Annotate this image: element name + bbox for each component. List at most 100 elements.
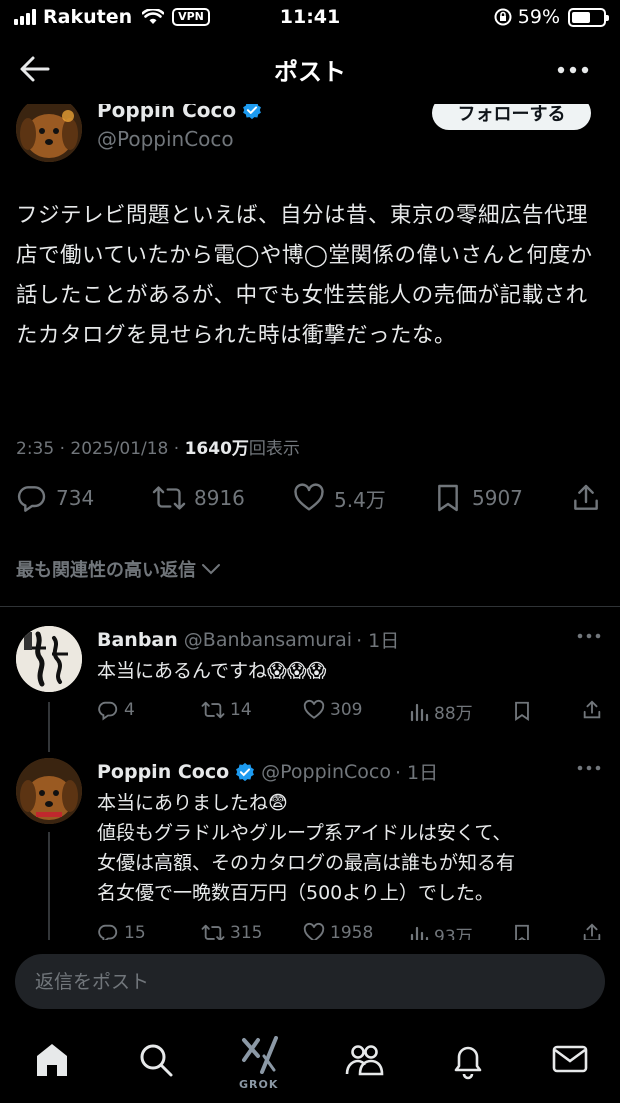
grok-label: GROK <box>239 1078 279 1091</box>
reply-text: 本当にありましたね😨 値段もグラドルやグループ系アイドルは安くて、 女優は高額、… <box>97 788 607 908</box>
reply-button[interactable]: 4 <box>97 699 135 721</box>
repost-button[interactable]: 8916 <box>152 482 245 514</box>
bookmark-icon[interactable] <box>511 923 533 940</box>
battery-icon <box>568 7 609 27</box>
tab-notifications[interactable] <box>448 1042 488 1082</box>
sort-label: 最も関連性の高い返信 <box>16 560 196 581</box>
view-count: 1640万 <box>184 439 249 459</box>
tab-home[interactable] <box>32 1042 72 1082</box>
reply-age: · 1日 <box>356 630 400 652</box>
reply-composer[interactable] <box>15 954 605 1009</box>
heart-icon <box>303 699 325 719</box>
reply-author-handle: @Banbansamurai <box>183 628 353 651</box>
verified-badge-icon <box>243 104 262 120</box>
reply-text-line: 本当にありましたね😨 <box>97 792 288 814</box>
post-thread[interactable]: Poppin Coco @PoppinCoco フォローする フジテレビ問題とい… <box>0 104 620 940</box>
heart-icon <box>303 922 325 940</box>
reply-count: 15 <box>124 923 146 940</box>
battery-fill <box>572 11 590 23</box>
view-count: 88万 <box>434 704 473 724</box>
repost-count: 14 <box>230 700 252 720</box>
author-handle: @PoppinCoco <box>97 127 234 151</box>
post-meta: 2:35 · 2025/01/18 · 1640万回表示 <box>16 434 300 459</box>
more-options-icon[interactable] <box>556 55 590 85</box>
post-text: フジテレビ問題といえば、自分は昔、東京の零細広告代理店で働いていたから電◯や博◯… <box>16 203 593 348</box>
repost-count: 8916 <box>194 486 245 510</box>
tab-communities[interactable] <box>344 1042 384 1082</box>
like-button[interactable]: 1958 <box>303 922 373 940</box>
follow-button[interactable]: フォローする <box>432 104 591 130</box>
more-options-icon[interactable] <box>576 764 602 772</box>
post-action-bar: 734 8916 5.4万 5907 <box>0 482 620 522</box>
share-icon[interactable] <box>581 699 603 721</box>
share-icon[interactable] <box>581 922 603 940</box>
like-button[interactable]: 309 <box>303 699 362 721</box>
like-count: 1958 <box>330 923 374 940</box>
bottom-tab-bar: GROK <box>0 1020 620 1103</box>
communities-icon <box>345 1045 384 1076</box>
reply-text-line: 名女優で一晩数百万円（500より上）でした。 <box>97 882 494 904</box>
views-button[interactable]: 88万 <box>409 699 473 724</box>
reply-author-name[interactable]: Poppin Coco <box>97 761 229 783</box>
reply-header: Poppin Coco @PoppinCoco · 1日 <box>97 758 438 785</box>
views-button[interactable]: 93万 <box>409 922 473 940</box>
reply-count: 4 <box>124 700 135 720</box>
repost-icon <box>152 486 186 510</box>
post-timestamp[interactable]: 2:35 · 2025/01/18 · <box>16 439 185 459</box>
divider <box>0 606 620 607</box>
avatar[interactable] <box>16 758 82 824</box>
reply-icon <box>98 924 118 940</box>
avatar[interactable] <box>16 626 82 692</box>
tab-messages[interactable] <box>550 1042 590 1082</box>
reply-text-line: 値段もグラドルやグループ系アイドルは安くて、 <box>97 822 512 844</box>
reply-age: · 1日 <box>394 762 439 784</box>
reply-button[interactable]: 734 <box>16 482 94 514</box>
tab-search[interactable] <box>136 1042 176 1082</box>
post-author: Poppin Coco @PoppinCoco フォローする <box>0 104 620 164</box>
chevron-down-icon <box>202 564 220 575</box>
view-label: 回表示 <box>248 439 300 459</box>
avatar[interactable] <box>16 104 82 162</box>
reply-input[interactable] <box>15 954 605 1009</box>
repost-icon <box>201 924 225 940</box>
bookmark-icon[interactable] <box>511 700 533 722</box>
repost-icon <box>201 701 225 719</box>
repost-count: 315 <box>230 923 263 940</box>
view-count: 93万 <box>434 927 473 940</box>
reply-author-handle: @PoppinCoco <box>261 760 391 783</box>
orientation-lock-icon <box>494 8 512 26</box>
verified-badge-icon <box>236 762 255 781</box>
thread-line <box>48 832 50 940</box>
author-name[interactable]: Poppin Coco <box>97 104 262 122</box>
share-icon[interactable] <box>570 482 602 514</box>
reply-button[interactable]: 15 <box>97 922 146 940</box>
bell-icon <box>454 1046 482 1080</box>
battery-percent: 59% <box>517 6 560 28</box>
mail-icon <box>552 1045 588 1073</box>
home-icon <box>37 1044 67 1076</box>
grok-icon <box>242 1036 278 1074</box>
tab-grok[interactable] <box>240 1036 280 1076</box>
reply-count: 734 <box>56 486 95 510</box>
top-header: ポスト <box>0 36 620 104</box>
like-button[interactable]: 5.4万 <box>292 482 386 514</box>
analytics-icon <box>410 703 429 721</box>
status-right: 59% <box>494 6 609 28</box>
reply-author-name[interactable]: Banban <box>97 629 178 651</box>
like-count: 309 <box>330 700 363 720</box>
search-icon <box>140 1044 173 1077</box>
reply-icon <box>17 486 46 512</box>
repost-button[interactable]: 14 <box>201 699 252 721</box>
reply-text: 本当にあるんですね😱😱😱 <box>97 660 327 682</box>
more-options-icon[interactable] <box>576 632 602 640</box>
reply-text-line: 女優は高額、そのカタログの最高は誰もが知る有 <box>97 852 516 874</box>
heart-icon <box>294 483 324 511</box>
repost-button[interactable]: 315 <box>201 922 262 940</box>
reply-action-bar: 15 315 1958 93万 <box>97 922 607 940</box>
analytics-icon <box>410 926 429 940</box>
status-bar: Rakuten VPN 11:41 59% <box>0 0 620 36</box>
reply-icon <box>98 701 118 721</box>
bookmark-button[interactable]: 5907 <box>432 482 523 514</box>
page-title: ポスト <box>274 58 346 86</box>
reply-sort-dropdown[interactable]: 最も関連性の高い返信 <box>16 556 222 582</box>
